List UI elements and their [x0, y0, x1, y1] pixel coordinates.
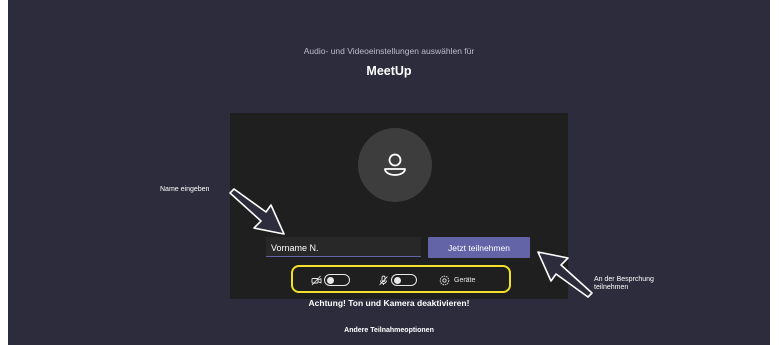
camera-toggle[interactable]: [324, 274, 350, 286]
annotation-arrow-right: [537, 251, 593, 298]
join-hint-line-1: An der Besprchung: [594, 276, 654, 283]
microphone-toggle[interactable]: [391, 274, 417, 286]
camera-toggle-knob: [327, 276, 334, 284]
gear-icon: [439, 275, 450, 286]
camera-off-icon: [311, 275, 322, 286]
device-settings-label: Geräte: [454, 277, 476, 284]
microphone-toggle-knob: [394, 276, 401, 284]
settings-subtitle: Audio- und Videoeinstellungen auswählen …: [303, 46, 475, 56]
mic-off-icon: [379, 275, 388, 286]
meeting-prejoin-screen: Audio- und Videoeinstellungen auswählen …: [8, 0, 770, 345]
name-input[interactable]: [266, 237, 421, 257]
join-hint-line-2: teilnehmen: [594, 284, 629, 291]
meeting-title: MeetUp: [366, 64, 412, 78]
avatar: [358, 128, 432, 202]
name-hint-annotation: Name eingeben: [160, 186, 210, 193]
media-controls: Geräte: [291, 265, 511, 293]
annotation-arrow-left: [229, 188, 285, 235]
join-now-button[interactable]: Jetzt teilnehmen: [428, 237, 530, 258]
join-hint-annotation: An der Besprchung teilnehmen: [594, 276, 654, 292]
device-settings-button[interactable]: Geräte: [439, 274, 475, 287]
person-icon: [384, 153, 406, 176]
other-join-options-link[interactable]: Andere Teilnahmeoptionen: [8, 327, 770, 334]
warning-text: Achtung! Ton und Kamera deaktivieren!: [308, 298, 470, 308]
